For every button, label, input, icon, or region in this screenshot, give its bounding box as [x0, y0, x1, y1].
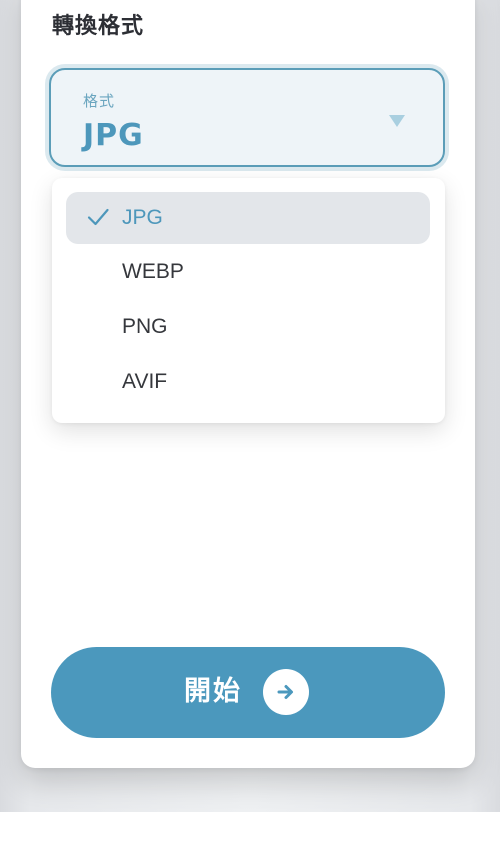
- option-label: PNG: [122, 315, 168, 338]
- option-webp[interactable]: WEBP: [66, 246, 430, 298]
- start-button-label: 開始: [184, 676, 242, 706]
- format-select-label: 格式: [83, 92, 116, 110]
- section-title: 轉換格式: [52, 14, 145, 39]
- format-dropdown-menu: JPG WEBP PNG AVIF: [52, 178, 445, 423]
- check-icon: [87, 208, 109, 226]
- start-button[interactable]: 開始: [51, 647, 445, 738]
- format-select-value: JPG: [83, 118, 144, 153]
- option-label: AVIF: [122, 370, 168, 393]
- option-png[interactable]: PNG: [66, 301, 430, 353]
- caret-down-icon: [389, 115, 405, 127]
- option-label: WEBP: [122, 260, 184, 283]
- format-select[interactable]: 格式 JPG: [49, 68, 445, 167]
- arrow-right-icon: [263, 669, 309, 715]
- option-jpg[interactable]: JPG: [66, 192, 430, 244]
- option-label: JPG: [122, 206, 163, 229]
- option-avif[interactable]: AVIF: [66, 356, 430, 408]
